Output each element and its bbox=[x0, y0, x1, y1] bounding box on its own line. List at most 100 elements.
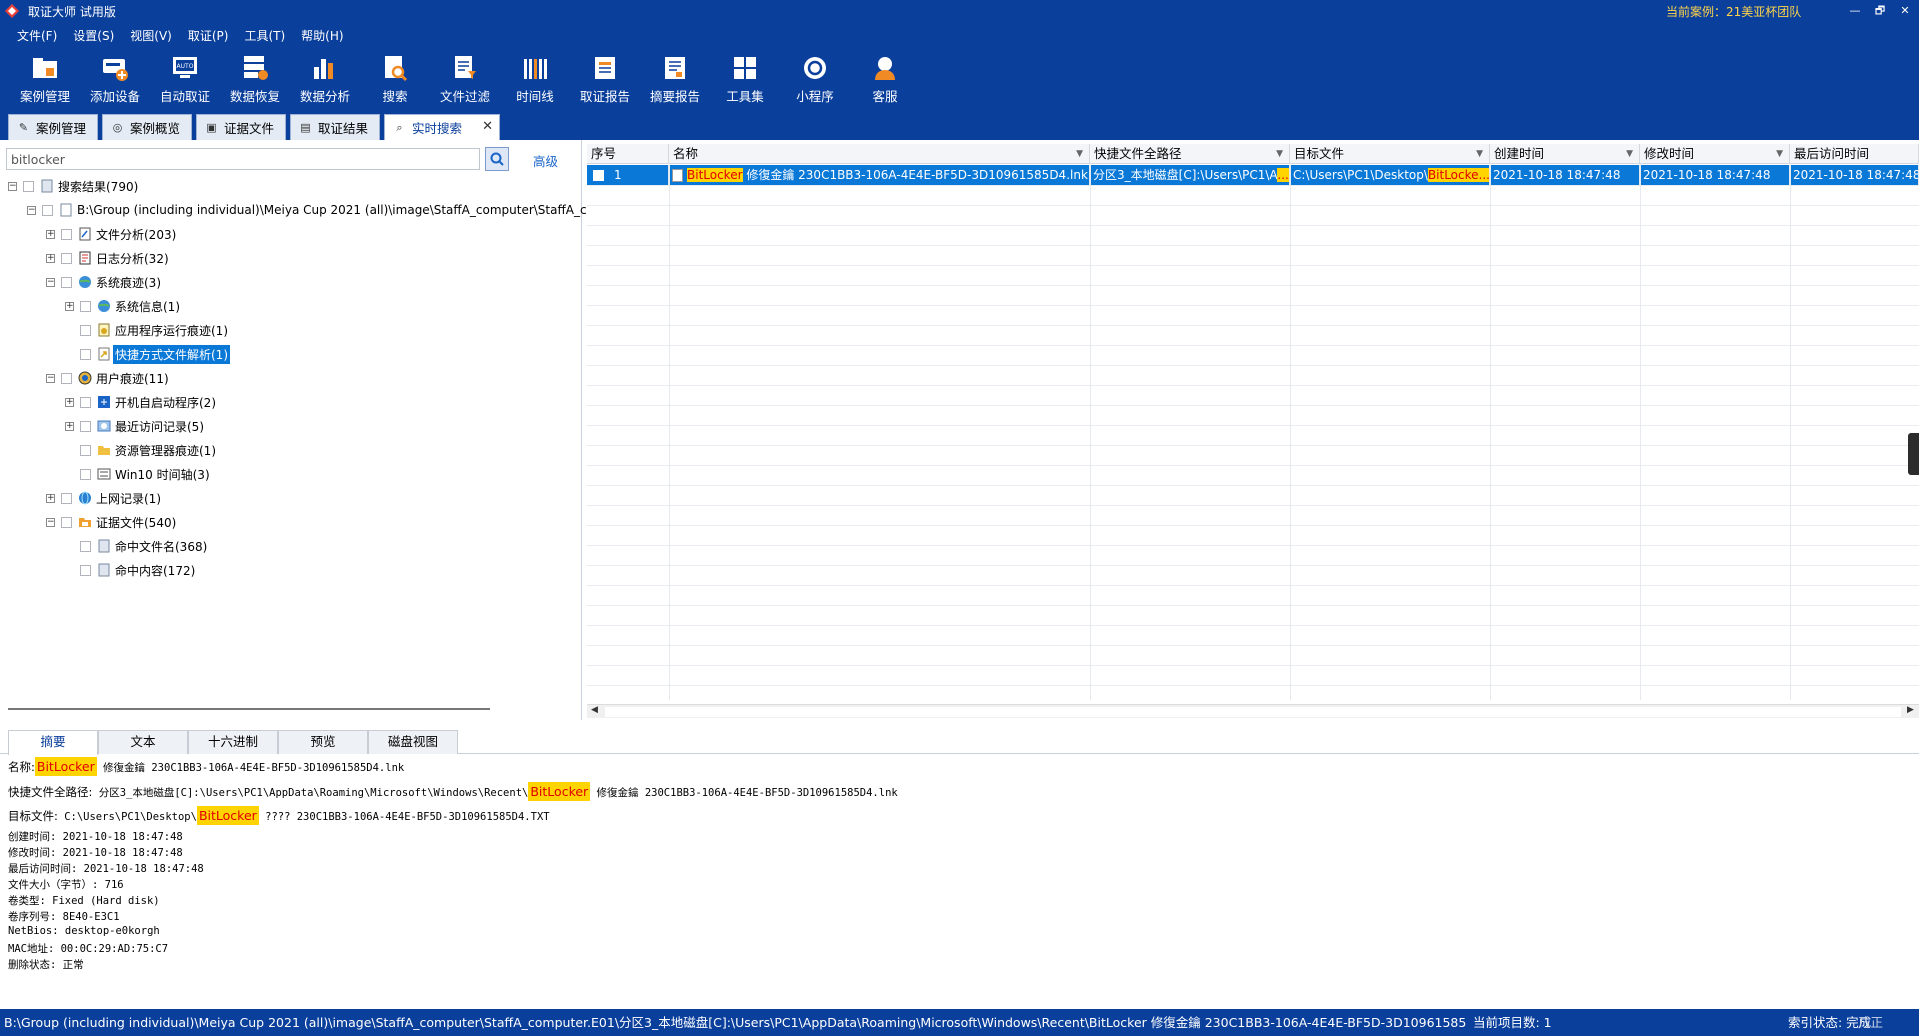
menu-view[interactable]: 视图(V) bbox=[122, 27, 180, 44]
summary-report-button[interactable]: 摘要报告 bbox=[640, 48, 710, 108]
menu-file[interactable]: 文件(F) bbox=[9, 27, 65, 44]
tree-node-recent-access[interactable]: + 最近访问记录(5) bbox=[65, 416, 206, 436]
filter-icon[interactable]: ▼ bbox=[1776, 144, 1783, 164]
scroll-right-icon[interactable]: ▶ bbox=[1907, 705, 1914, 715]
tree-node-search-results[interactable]: − 搜索结果(790) bbox=[8, 176, 140, 196]
search-tool-button[interactable]: 搜索 bbox=[360, 48, 430, 108]
menu-forensics[interactable]: 取证(P) bbox=[180, 27, 237, 44]
tree-checkbox[interactable] bbox=[61, 516, 72, 528]
filter-icon[interactable]: ▼ bbox=[1626, 144, 1633, 164]
expand-icon[interactable]: + bbox=[46, 493, 55, 503]
expand-icon[interactable]: + bbox=[46, 253, 55, 263]
restore-button[interactable]: 🗗 bbox=[1868, 2, 1892, 20]
close-window-button[interactable]: ✕ bbox=[1893, 2, 1917, 20]
collapse-icon[interactable]: − bbox=[8, 181, 17, 191]
menu-help[interactable]: 帮助(H) bbox=[293, 27, 351, 44]
expand-icon[interactable]: + bbox=[46, 229, 55, 239]
grid-horizontal-scrollbar[interactable]: ◀ ▶ bbox=[587, 704, 1919, 718]
tab-preview[interactable]: 预览 bbox=[278, 730, 368, 754]
side-panel-handle[interactable] bbox=[1908, 433, 1919, 475]
tree-node-explorer-traces[interactable]: 资源管理器痕迹(1) bbox=[65, 440, 218, 460]
menu-settings[interactable]: 设置(S) bbox=[65, 27, 122, 44]
column-header-index[interactable]: 序号 bbox=[587, 144, 669, 164]
tree-node-image-path[interactable]: − B:\Group (including individual)\Meiya … bbox=[27, 200, 595, 220]
filter-icon[interactable]: ▼ bbox=[1276, 144, 1283, 164]
tab-case-manage[interactable]: ✎ 案例管理 bbox=[8, 114, 98, 140]
tree-checkbox[interactable] bbox=[61, 372, 72, 384]
tree-checkbox[interactable] bbox=[42, 204, 53, 216]
table-row[interactable]: 1 BitLocker 修復金鑰 230C1BB3-106A-4E4E-BF5D… bbox=[587, 165, 1919, 185]
data-analysis-button[interactable]: 数据分析 bbox=[290, 48, 360, 108]
tree-node-log-analysis[interactable]: + 日志分析(32) bbox=[46, 248, 171, 268]
tree-node-evidence-files[interactable]: − 证据文件(540) bbox=[46, 512, 178, 532]
scroll-thumb[interactable] bbox=[605, 707, 1901, 717]
column-header-name[interactable]: 名称 ▼ bbox=[669, 144, 1090, 164]
tree-node-file-analysis[interactable]: + 文件分析(203) bbox=[46, 224, 178, 244]
tree-checkbox[interactable] bbox=[80, 540, 91, 552]
advanced-search-link[interactable]: 高级 bbox=[533, 151, 558, 170]
tree-node-web-history[interactable]: + 上网记录(1) bbox=[46, 488, 163, 508]
row-checkbox[interactable] bbox=[593, 170, 604, 181]
collapse-icon[interactable]: − bbox=[46, 277, 55, 287]
collapse-icon[interactable]: − bbox=[46, 517, 55, 527]
tree-checkbox[interactable] bbox=[80, 468, 91, 480]
collapse-icon[interactable]: − bbox=[46, 373, 55, 383]
tree-node-win10-timeline[interactable]: Win10 时间轴(3) bbox=[65, 464, 212, 484]
support-button[interactable]: 客服 bbox=[850, 48, 920, 108]
add-device-button[interactable]: 添加设备 bbox=[80, 48, 150, 108]
search-input[interactable] bbox=[6, 148, 480, 170]
column-header-created[interactable]: 创建时间 ▼ bbox=[1490, 144, 1640, 164]
forensics-report-button[interactable]: 取证报告 bbox=[570, 48, 640, 108]
timeline-button[interactable]: 时间线 bbox=[500, 48, 570, 108]
tree-checkbox[interactable] bbox=[61, 228, 72, 240]
filter-icon[interactable]: ▼ bbox=[1476, 144, 1483, 164]
tree-checkbox[interactable] bbox=[80, 348, 91, 360]
close-tab-icon[interactable]: ✕ bbox=[482, 119, 493, 134]
tree-checkbox[interactable] bbox=[61, 492, 72, 504]
miniprogram-button[interactable]: 小程序 bbox=[780, 48, 850, 108]
tree-checkbox[interactable] bbox=[23, 180, 34, 192]
expand-icon[interactable]: + bbox=[65, 421, 74, 431]
tree-checkbox[interactable] bbox=[80, 324, 91, 336]
tree-node-shortcut-parse[interactable]: 快捷方式文件解析(1) bbox=[65, 344, 230, 364]
collapse-icon[interactable]: − bbox=[27, 205, 36, 215]
tree-checkbox[interactable] bbox=[80, 564, 91, 576]
tree-node-system-info[interactable]: + 系统信息(1) bbox=[65, 296, 182, 316]
column-header-shortcut-path[interactable]: 快捷文件全路径 ▼ bbox=[1090, 144, 1290, 164]
tab-realtime-search[interactable]: ⌕ 实时搜索 ✕ bbox=[384, 114, 500, 140]
data-recovery-button[interactable]: 数据恢复 bbox=[220, 48, 290, 108]
tree-checkbox[interactable] bbox=[80, 420, 91, 432]
tree-checkbox[interactable] bbox=[80, 444, 91, 456]
tree-node-startup-programs[interactable]: + 开机自启动程序(2) bbox=[65, 392, 218, 412]
expand-icon[interactable]: + bbox=[65, 397, 74, 407]
expand-icon[interactable]: + bbox=[65, 301, 74, 311]
tree-node-app-run-traces[interactable]: 应用程序运行痕迹(1) bbox=[65, 320, 230, 340]
tab-evidence-files[interactable]: ▣ 证据文件 bbox=[196, 114, 286, 140]
scroll-left-icon[interactable]: ◀ bbox=[591, 705, 598, 715]
search-button[interactable] bbox=[485, 147, 509, 171]
tab-forensics-results[interactable]: ▤ 取证结果 bbox=[290, 114, 380, 140]
tree-checkbox[interactable] bbox=[80, 300, 91, 312]
minimize-button[interactable]: — bbox=[1843, 2, 1867, 20]
tree-node-user-traces[interactable]: − 用户痕迹(11) bbox=[46, 368, 171, 388]
tab-text[interactable]: 文本 bbox=[98, 730, 188, 754]
tab-summary[interactable]: 摘要 bbox=[8, 730, 98, 755]
toolset-button[interactable]: 工具集 bbox=[710, 48, 780, 108]
column-header-modified[interactable]: 修改时间 ▼ bbox=[1640, 144, 1790, 164]
tree-horizontal-scrollbar[interactable] bbox=[8, 708, 490, 710]
case-manage-button[interactable]: 案例管理 bbox=[10, 48, 80, 108]
column-header-target-file[interactable]: 目标文件 ▼ bbox=[1290, 144, 1490, 164]
tree-checkbox[interactable] bbox=[61, 276, 72, 288]
tree-node-content-hits[interactable]: 命中内容(172) bbox=[65, 560, 197, 580]
filter-icon[interactable]: ▼ bbox=[1076, 144, 1083, 164]
file-filter-button[interactable]: 文件过滤 bbox=[430, 48, 500, 108]
auto-forensics-button[interactable]: AUTO 自动取证 bbox=[150, 48, 220, 108]
tree-node-system-traces[interactable]: − 系统痕迹(3) bbox=[46, 272, 163, 292]
tab-hex[interactable]: 十六进制 bbox=[188, 730, 278, 754]
tree-checkbox[interactable] bbox=[61, 252, 72, 264]
tab-disk-view[interactable]: 磁盘视图 bbox=[368, 730, 458, 754]
menu-tools[interactable]: 工具(T) bbox=[236, 27, 293, 44]
tab-case-overview[interactable]: ◎ 案例概览 bbox=[102, 114, 192, 140]
column-header-accessed[interactable]: 最后访问时间 bbox=[1790, 144, 1919, 164]
tree-node-filename-hits[interactable]: 命中文件名(368) bbox=[65, 536, 209, 556]
